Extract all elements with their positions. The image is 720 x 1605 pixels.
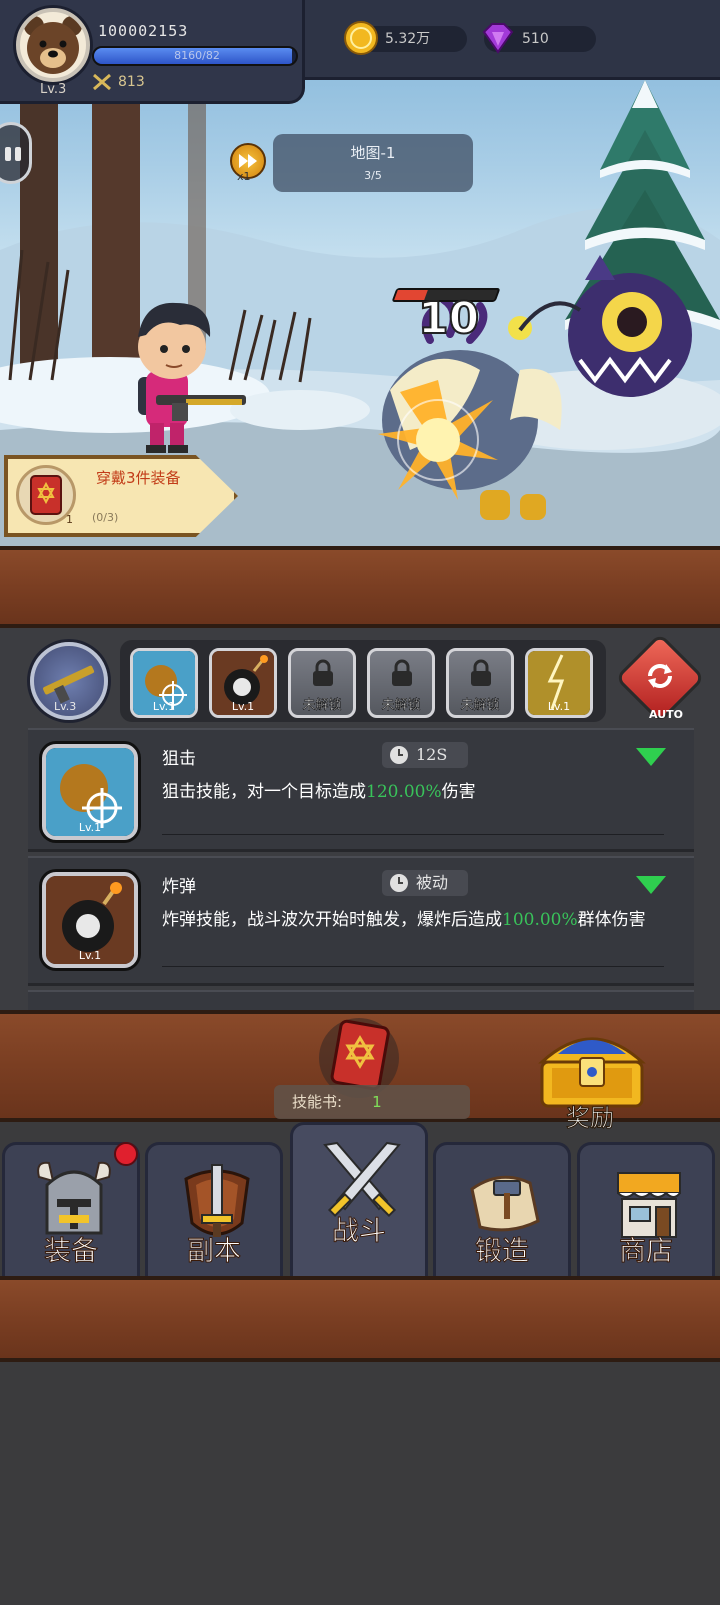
bomb-skill-icon: Lv.1	[42, 872, 138, 968]
tab-label: 商店	[619, 1236, 674, 1268]
pause-icon	[5, 147, 11, 161]
skill-slot-locked[interactable]: 未解锁	[288, 648, 356, 718]
gem-value: 510	[522, 31, 549, 47]
game-screen: 10 x1 地图-1 3/5 1 穿戴3件装备 (0/3) Lv.3 10000…	[0, 0, 720, 1605]
auto-label: AUTO	[649, 708, 683, 721]
combat-power: 813	[92, 73, 145, 91]
notification-dot	[114, 1142, 138, 1166]
skill-description-suffix: 群体伤害	[577, 910, 646, 930]
skill-cooldown: 12S	[382, 742, 468, 768]
skill-slot-sniper[interactable]: Lv.1	[130, 648, 198, 718]
skill-level: Lv.1	[78, 949, 102, 962]
top-bar: Lv.3 100002153 8160/82 813 5.32万 510	[0, 0, 720, 104]
skill-divider	[162, 834, 664, 835]
skill-card-partial[interactable]	[28, 990, 694, 1012]
player-avatar[interactable]	[16, 8, 90, 82]
lock-icon	[471, 659, 491, 686]
quest-progress: (0/3)	[92, 511, 119, 524]
skill-slot-lightning[interactable]: Lv.1	[525, 648, 593, 718]
lock-icon	[392, 659, 412, 686]
skill-card-sniper[interactable]: Lv.1 狙击 12S 狙击技能，对一个目标造成120.00%伤害	[28, 728, 694, 852]
exp-bar: 8160/82	[92, 46, 298, 66]
skillbook[interactable]: 技能书: 1	[270, 1016, 470, 1124]
exp-text: 8160/82	[174, 49, 220, 62]
skill-description: 狙击技能，对一个目标造成120.00%伤害	[162, 780, 672, 804]
tab-shop[interactable]: 商店	[577, 1142, 715, 1276]
lock-icon	[313, 659, 333, 686]
reward-label: 奖励	[566, 1104, 615, 1133]
clock-icon	[390, 874, 408, 892]
skillbook-count: 1	[372, 1093, 382, 1111]
speed-label: x1	[237, 170, 251, 183]
skill-description-text: 炸弹技能，战斗波次开始时触发，爆炸后造成	[162, 910, 502, 930]
skill-list: Lv.1 狙击 12S 狙击技能，对一个目标造成120.00%伤害 Lv.1 炸…	[28, 728, 694, 1012]
expand-arrow-icon[interactable]	[636, 876, 666, 894]
tab-label: 副本	[187, 1236, 242, 1268]
quest-reward-count: 1	[66, 513, 73, 526]
wood-divider-bottom	[0, 1276, 720, 1362]
gem-icon	[482, 23, 514, 54]
tab-label: 装备	[44, 1236, 99, 1268]
sniper-skill-icon: Lv.1	[42, 744, 138, 840]
skill-level: Lv.1	[78, 821, 102, 834]
skill-slot-locked[interactable]: 未解锁	[446, 648, 514, 718]
weapon-level: Lv.3	[54, 700, 77, 713]
tab-battle[interactable]: 战斗	[290, 1122, 428, 1276]
quest-banner[interactable]: 1 穿戴3件装备 (0/3)	[4, 455, 238, 537]
crossed-swords-icon	[93, 73, 111, 91]
skill-slot-locked[interactable]: 未解锁	[367, 648, 435, 718]
map-progress: 3/5	[364, 169, 382, 182]
tab-forge[interactable]: 锻造	[433, 1142, 571, 1276]
skill-divider	[162, 966, 664, 967]
combat-power-value: 813	[118, 74, 145, 90]
pause-icon-bar	[15, 147, 21, 161]
refresh-icon	[648, 664, 672, 688]
skill-cooldown-value: 12S	[416, 745, 448, 764]
skillbook-counter: 技能书: 1	[274, 1085, 470, 1119]
quest-title: 穿戴3件装备	[96, 469, 181, 487]
gold-coin-icon	[344, 21, 378, 55]
damage-number: 10	[417, 292, 480, 345]
skillbook-label: 技能书:	[292, 1093, 343, 1111]
skill-description-value: 100.00%	[502, 910, 578, 930]
locked-label: 未解锁	[381, 698, 421, 714]
player-level: Lv.3	[40, 82, 67, 97]
clock-icon	[390, 746, 408, 764]
skill-description-suffix: 伤害	[441, 782, 476, 802]
player-id: 100002153	[98, 22, 189, 40]
pause-button[interactable]	[0, 122, 32, 184]
gem-counter: 510	[482, 23, 596, 54]
skill-name: 炸弹	[162, 877, 196, 897]
skill-card-bomb[interactable]: Lv.1 炸弹 被动 炸弹技能，战斗波次开始时触发，爆炸后造成100.00%群体…	[28, 856, 694, 986]
skill-cooldown: 被动	[382, 870, 468, 896]
slot-level: Lv.1	[152, 700, 176, 713]
skill-description-value: 120.00%	[366, 782, 442, 802]
tab-label: 战斗	[332, 1216, 387, 1248]
bear-icon	[24, 16, 82, 74]
gold-value: 5.32万	[385, 31, 431, 47]
locked-label: 未解锁	[302, 698, 342, 714]
slot-level: Lv.1	[547, 700, 571, 713]
expand-arrow-icon[interactable]	[636, 748, 666, 766]
skill-cooldown-value: 被动	[416, 873, 449, 892]
map-info: 地图-1 3/5	[273, 134, 473, 192]
slot-level: Lv.1	[231, 700, 255, 713]
skill-description: 炸弹技能，战斗波次开始时触发，爆炸后造成100.00%群体伤害	[162, 908, 672, 932]
hero-character	[138, 302, 246, 453]
gold-counter: 5.32万	[344, 21, 467, 55]
wood-divider-top	[0, 546, 720, 628]
skill-description-text: 狙击技能，对一个目标造成	[162, 782, 366, 802]
tab-label: 锻造	[475, 1236, 530, 1268]
skill-name: 狙击	[162, 749, 196, 769]
locked-label: 未解锁	[460, 698, 500, 714]
reward-button[interactable]: 奖励	[532, 1022, 652, 1133]
skill-slot-bomb[interactable]: Lv.1	[209, 648, 277, 718]
map-name: 地图-1	[350, 144, 396, 162]
tab-dungeon[interactable]: 副本	[145, 1142, 283, 1276]
